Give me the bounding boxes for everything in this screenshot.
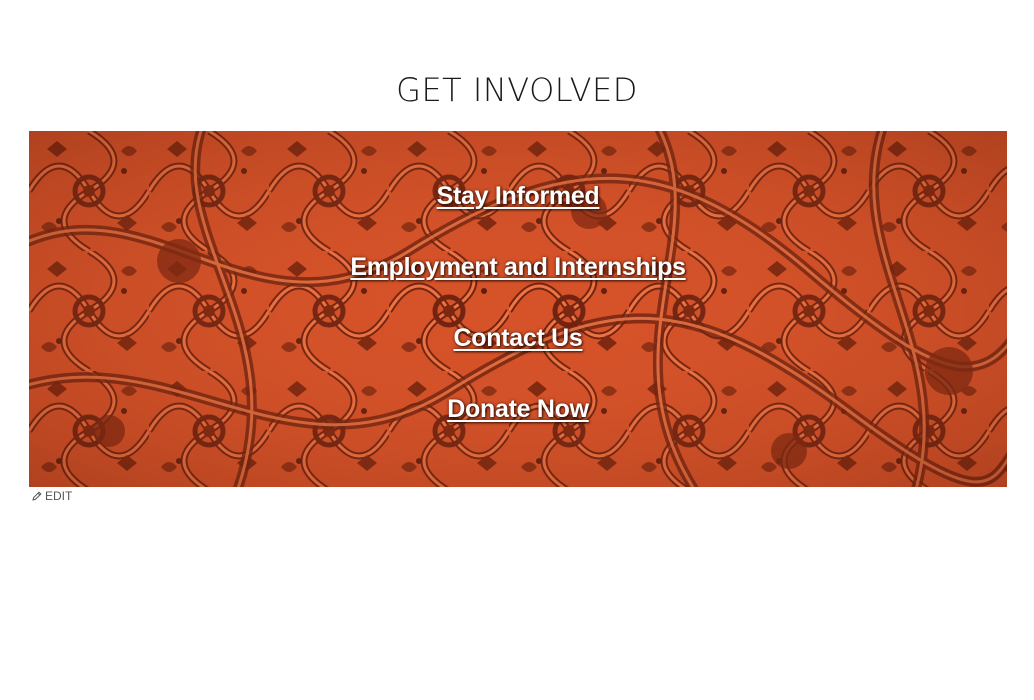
get-involved-links: Stay Informed Employment and Internships… bbox=[29, 131, 1007, 487]
donate-now-label[interactable]: Donate Now bbox=[447, 395, 589, 423]
donate-now-link[interactable]: Donate Now bbox=[29, 392, 1007, 426]
edit-label[interactable]: EDIT bbox=[45, 489, 72, 503]
get-involved-banner: Stay Informed Employment and Internships… bbox=[29, 131, 1007, 487]
section-title: GET INVOLVED bbox=[396, 71, 638, 109]
employment-internships-link[interactable]: Employment and Internships bbox=[29, 250, 1007, 284]
contact-us-link[interactable]: Contact Us bbox=[29, 321, 1007, 355]
contact-us-label[interactable]: Contact Us bbox=[454, 324, 583, 352]
pencil-icon bbox=[32, 491, 42, 501]
stay-informed-label[interactable]: Stay Informed bbox=[437, 182, 600, 210]
stay-informed-link[interactable]: Stay Informed bbox=[29, 179, 1007, 213]
edit-button[interactable]: EDIT bbox=[32, 488, 72, 504]
employment-internships-label[interactable]: Employment and Internships bbox=[350, 253, 686, 281]
